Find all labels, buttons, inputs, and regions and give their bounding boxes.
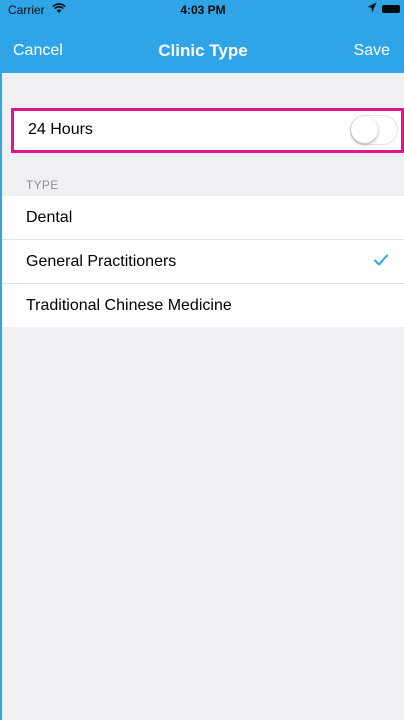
hours-row: 24 Hours	[11, 108, 404, 153]
status-bar: Carrier 4:03 PM	[2, 0, 404, 20]
list-item-label: Traditional Chinese Medicine	[26, 297, 232, 314]
type-section-header: TYPE	[26, 178, 59, 192]
hours-label: 24 Hours	[28, 121, 93, 138]
app-screen: Carrier 4:03 PM Cancel Clinic Type Save …	[2, 0, 404, 720]
status-time: 4:03 PM	[180, 3, 226, 17]
list-item-general-practitioners[interactable]: General Practitioners	[2, 240, 404, 284]
type-list: Dental General Practitioners Traditional…	[2, 196, 404, 327]
list-item-label: General Practitioners	[26, 253, 177, 270]
list-item-dental[interactable]: Dental	[2, 196, 404, 240]
battery-icon	[382, 5, 400, 13]
location-icon	[367, 2, 377, 13]
toggle-knob	[351, 116, 378, 143]
hours-toggle[interactable]	[350, 115, 398, 145]
page-title: Clinic Type	[158, 41, 248, 60]
list-item-label: Dental	[26, 209, 73, 226]
list-item-traditional-chinese-medicine[interactable]: Traditional Chinese Medicine	[2, 284, 404, 327]
save-button[interactable]: Save	[354, 42, 390, 60]
navigation-bar: Cancel Clinic Type Save	[2, 20, 404, 73]
top-bar: Carrier 4:03 PM Cancel Clinic Type Save	[2, 0, 404, 73]
checkmark-icon	[374, 254, 388, 266]
